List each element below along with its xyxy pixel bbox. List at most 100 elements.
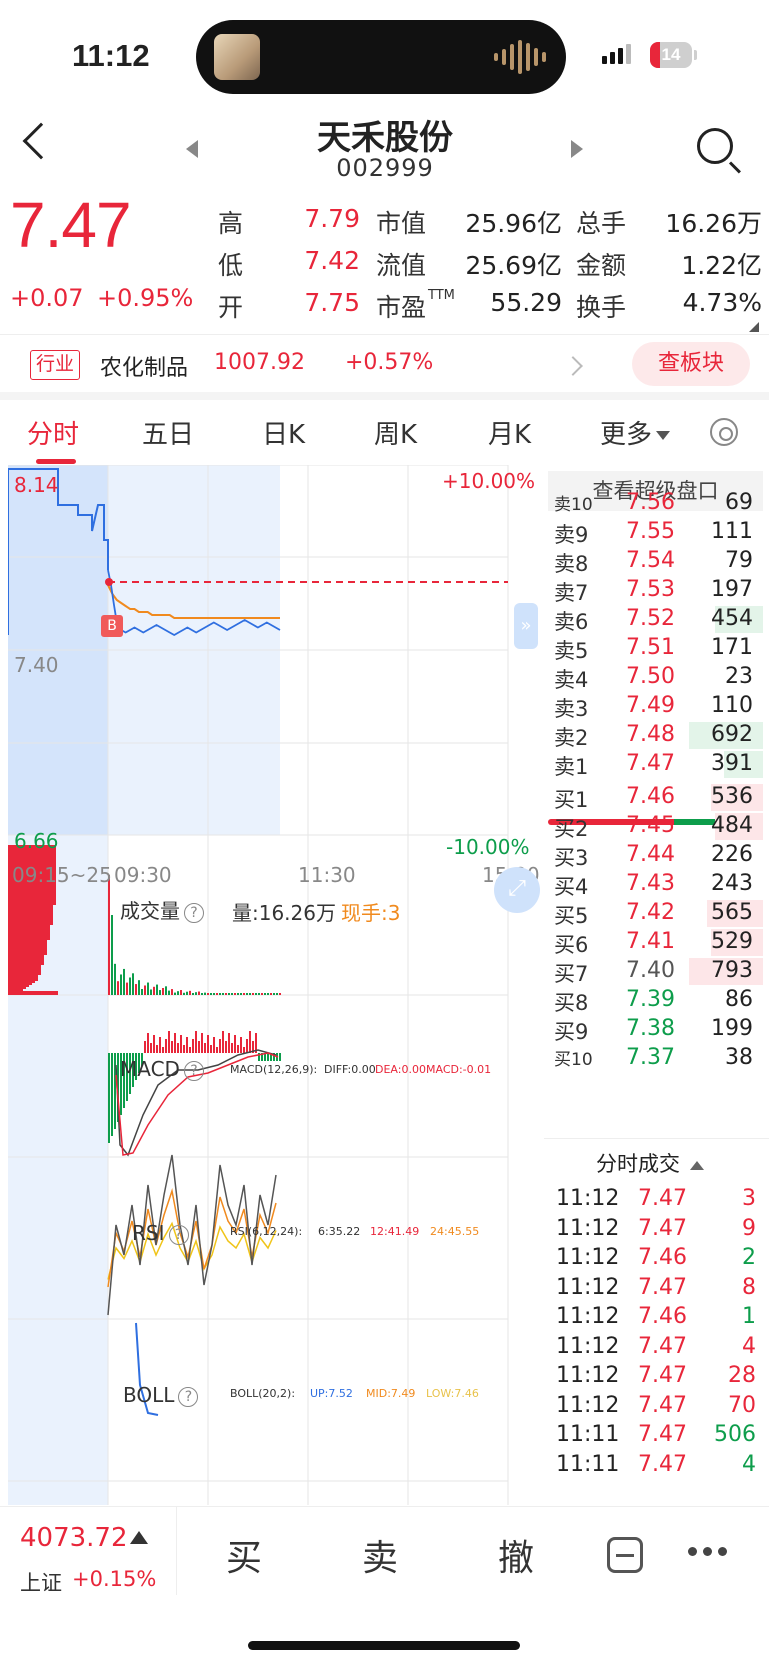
rsi-6: 6:35.22 — [318, 1225, 361, 1238]
tick-volume: 4 — [742, 1333, 756, 1359]
buy-button[interactable]: 买 — [226, 1529, 262, 1581]
macd-bar — [174, 1033, 176, 1053]
ask-row[interactable]: 卖7 7.53 197 — [546, 575, 763, 606]
status-bar: 11:12 14 — [0, 0, 769, 110]
next-stock-icon[interactable] — [571, 140, 583, 158]
tab-weekly-k[interactable]: 周K — [374, 414, 417, 451]
bid-volume: 484 — [711, 813, 753, 838]
float-value: 25.69亿 — [465, 251, 562, 280]
bid-price: 7.39 — [626, 987, 675, 1012]
settings-icon[interactable] — [710, 418, 738, 446]
boll-params: BOLL(20,2): — [230, 1387, 296, 1400]
view-sector-button[interactable]: 查板块 — [632, 342, 750, 386]
ask-price: 7.48 — [626, 722, 675, 747]
bid-volume: 565 — [711, 900, 753, 925]
tab-five-day[interactable]: 五日 — [142, 414, 194, 451]
price-top-label: 8.14 — [14, 473, 59, 497]
divider — [176, 1507, 177, 1595]
bid-row[interactable]: 买3 7.44 226 — [546, 840, 763, 871]
ask-row[interactable]: 卖1 7.47 391 — [546, 749, 763, 780]
volume-bar — [198, 991, 200, 995]
index-value[interactable]: 4073.72 — [20, 1523, 128, 1553]
tab-intraday[interactable]: 分时 — [27, 414, 79, 451]
ask-row[interactable]: 卖2 7.48 692 — [546, 720, 763, 751]
intraday-chart[interactable]: 8.14 7.40 6.66 +10.00% -10.00% B » 09:15… — [8, 465, 543, 1505]
ask-row[interactable]: 卖4 7.50 23 — [546, 662, 763, 693]
volume-bar — [126, 982, 128, 995]
ask-price: 7.53 — [626, 577, 675, 602]
macd-bar — [171, 1041, 173, 1053]
dynamic-island[interactable] — [196, 20, 566, 94]
search-icon[interactable] — [697, 128, 733, 164]
volume-title: 成交量? — [120, 895, 204, 924]
macd-bar — [225, 1041, 227, 1053]
bid-row[interactable]: 买7 7.40 793 — [546, 956, 763, 987]
macd-diff: DIFF:0.00 — [324, 1063, 376, 1076]
chevron-right-icon — [563, 356, 583, 376]
macd-bar — [168, 1031, 170, 1053]
volume-bar — [270, 993, 272, 995]
bid-row[interactable]: 买2 7.45 484 — [546, 811, 763, 842]
volume-bar — [156, 984, 158, 995]
ask-price: 7.56 — [626, 490, 675, 515]
buy-marker[interactable]: B — [101, 615, 123, 637]
battery-level: 14 — [661, 45, 681, 64]
volume-bar — [192, 993, 194, 995]
bid-row[interactable]: 买6 7.41 529 — [546, 927, 763, 958]
bid-row[interactable]: 买1 7.46 536 — [546, 782, 763, 813]
macd-bar — [219, 1039, 221, 1053]
price-mid-label: 7.40 — [14, 653, 59, 677]
macd-bar — [189, 1047, 191, 1053]
rsi-title: RSI? — [132, 1221, 189, 1245]
more-icon[interactable] — [688, 1547, 727, 1556]
ask-row[interactable]: 卖9 7.55 111 — [546, 517, 763, 548]
tick-volume: 3 — [742, 1186, 756, 1211]
ask-row[interactable]: 卖6 7.52 454 — [546, 604, 763, 635]
macd-value: MACD:-0.01 — [426, 1063, 492, 1076]
volume-bar — [279, 993, 281, 995]
bid-row[interactable]: 买10 7.37 38 — [546, 1043, 763, 1074]
ask-label: 卖6 — [554, 610, 589, 634]
macd-params: MACD(12,26,9): — [230, 1063, 318, 1076]
bid-row[interactable]: 买5 7.42 565 — [546, 898, 763, 929]
back-icon[interactable] — [22, 122, 60, 160]
home-indicator — [248, 1641, 520, 1650]
tick-row: 11:12 7.47 8 — [556, 1275, 756, 1306]
pct-top-label: +10.00% — [442, 469, 536, 493]
fullscreen-icon[interactable]: ⤢ — [494, 867, 540, 913]
remove-watchlist-icon[interactable] — [607, 1537, 643, 1573]
ask-row[interactable]: 卖10 7.56 69 — [546, 488, 763, 519]
ask-row[interactable]: 卖8 7.54 79 — [546, 546, 763, 577]
tab-monthly-k[interactable]: 月K — [488, 414, 531, 451]
bid-row[interactable]: 买9 7.38 199 — [546, 1014, 763, 1045]
bid-row[interactable]: 买4 7.43 243 — [546, 869, 763, 900]
volume-bar — [132, 973, 134, 995]
volume-bar — [47, 845, 50, 940]
tick-price: 7.47 — [638, 1186, 687, 1211]
bid-row[interactable]: 买8 7.39 86 — [546, 985, 763, 1016]
cancel-order-button[interactable]: 撤 — [498, 1529, 534, 1581]
volume-bar — [276, 993, 278, 995]
tick-price: 7.47 — [638, 1422, 687, 1447]
help-icon[interactable]: ? — [178, 1386, 199, 1407]
ask-row[interactable]: 卖3 7.49 110 — [546, 691, 763, 722]
tick-price: 7.47 — [638, 1333, 687, 1359]
sell-button[interactable]: 卖 — [362, 1529, 398, 1581]
help-icon[interactable]: ? — [184, 902, 204, 923]
expand-panel-icon[interactable]: » — [514, 603, 538, 649]
ticks-header[interactable]: 分时成交 — [596, 1148, 704, 1178]
volume-bar — [180, 990, 182, 995]
help-icon[interactable]: ? — [168, 1224, 189, 1245]
macd-title: MACD? — [120, 1057, 204, 1081]
tab-daily-k[interactable]: 日K — [262, 414, 305, 451]
ask-row[interactable]: 卖5 7.51 171 — [546, 633, 763, 664]
expand-corner-icon[interactable] — [749, 322, 759, 332]
bid-price: 7.42 — [626, 900, 675, 925]
tab-more[interactable]: 更多 — [600, 414, 671, 451]
pe-label: 市盈 TTM — [376, 288, 455, 322]
previous-stock-icon[interactable] — [186, 140, 198, 158]
macd-bar — [204, 1043, 206, 1053]
volume-bar — [114, 963, 116, 995]
industry-row[interactable]: 行业 农化制品 1007.92 +0.57% 查板块 — [0, 334, 769, 392]
help-icon[interactable]: ? — [183, 1060, 204, 1081]
